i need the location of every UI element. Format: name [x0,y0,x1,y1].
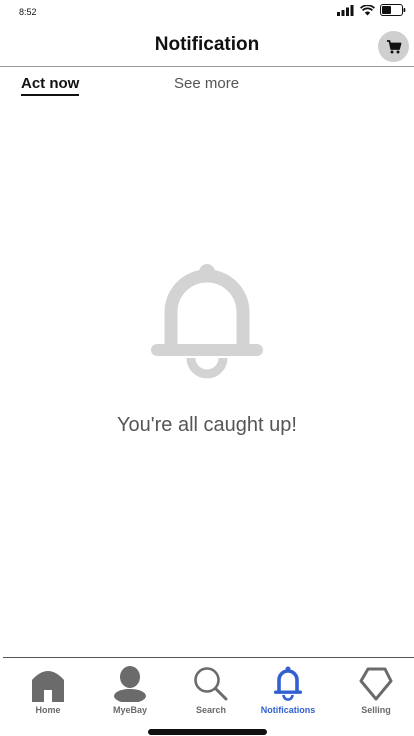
nav-search-label: Search [195,705,227,715]
nav-selling-label: Selling [361,705,391,715]
tag-icon [359,667,393,701]
home-icon [32,671,64,702]
tab-see-more[interactable]: See more [174,75,239,92]
person-icon [114,666,146,702]
home-indicator [148,729,267,735]
bottom-nav: Home MyeBay Search Notifications Selling [0,662,414,722]
bell-icon [151,264,263,379]
cart-icon [386,39,401,53]
bell-icon [274,666,302,701]
header: Notification [0,26,414,67]
bottom-divider [3,657,414,658]
tab-act-now[interactable]: Act now [21,75,80,96]
nav-home[interactable]: Home [8,662,88,715]
empty-state: You're all caught up! [0,262,414,437]
nav-home-label: Home [35,705,61,715]
empty-message: You're all caught up! [117,414,297,436]
signal-icon [337,4,354,16]
wifi-icon [360,4,375,15]
nav-myebay[interactable]: MyeBay [90,662,170,715]
status-bar: 8:52 [0,0,414,26]
nav-notifications[interactable]: Notifications [248,662,328,715]
notification-tabs: Act now See more [0,68,414,102]
battery-icon [380,4,406,16]
nav-selling[interactable]: Selling [336,662,414,715]
status-time: 8:52 [19,7,37,17]
search-icon [194,667,228,701]
nav-notifications-label: Notifications [260,705,316,715]
nav-search[interactable]: Search [171,662,251,715]
cart-button[interactable] [378,31,409,62]
nav-myebay-label: MyeBay [112,705,148,715]
page-title: Notification [154,34,260,55]
status-icons [337,4,406,16]
